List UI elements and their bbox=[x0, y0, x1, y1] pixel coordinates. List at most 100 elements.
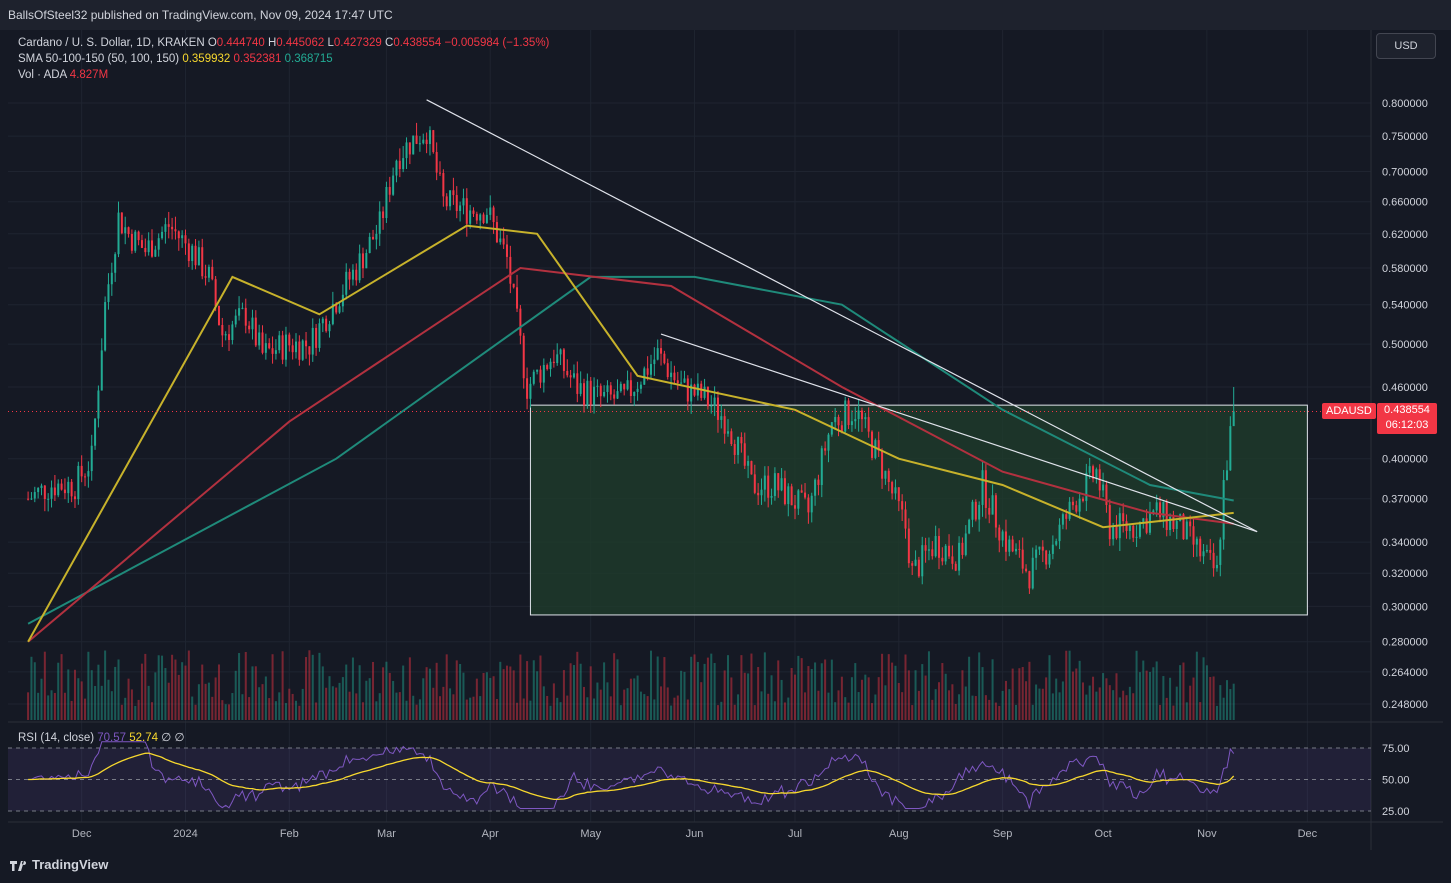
candle-body bbox=[355, 269, 358, 281]
candle-body bbox=[194, 245, 197, 266]
volume-bar bbox=[619, 705, 622, 720]
volume-bar bbox=[666, 687, 669, 720]
volume-bar bbox=[576, 651, 579, 720]
candle-body bbox=[613, 394, 616, 399]
candle-body bbox=[117, 212, 120, 255]
volume-bar bbox=[268, 698, 271, 720]
volume-bar bbox=[830, 659, 833, 720]
volume-bar bbox=[1058, 692, 1061, 720]
x-tick-label: Aug bbox=[889, 828, 909, 840]
candle-body bbox=[867, 417, 870, 432]
volume-bar bbox=[1008, 689, 1011, 720]
candle-body bbox=[572, 373, 575, 378]
volume-label[interactable]: Vol · ADA bbox=[18, 69, 67, 81]
candle-body bbox=[100, 350, 103, 391]
sma150-value: 0.368715 bbox=[284, 53, 333, 65]
volume-bar bbox=[971, 695, 974, 720]
volume-bar bbox=[904, 654, 907, 720]
y-tick-label: 0.280000 bbox=[1382, 637, 1428, 649]
volume-bar bbox=[204, 683, 207, 720]
volume-bar bbox=[1189, 685, 1192, 720]
candle-body bbox=[428, 130, 431, 145]
volume-bar bbox=[713, 663, 716, 720]
volume-bar bbox=[690, 656, 693, 720]
candle-body bbox=[783, 478, 786, 505]
tradingview-logo[interactable]: TradingView bbox=[10, 857, 108, 872]
candle-body bbox=[321, 318, 324, 324]
volume-bar bbox=[844, 697, 847, 720]
candle-body bbox=[559, 349, 562, 355]
volume-bar bbox=[773, 701, 776, 720]
price-chart[interactable]: Dec 2024 Feb Mar Apr May Jun Jul Aug Sep Oct Nov Dec… bbox=[0, 0, 1451, 883]
y-tick-label: 0.370000 bbox=[1382, 494, 1428, 506]
volume-bar bbox=[1018, 668, 1021, 720]
volume-bar bbox=[706, 657, 709, 720]
candle-body bbox=[301, 340, 304, 360]
volume-bar bbox=[375, 701, 378, 720]
volume-bar bbox=[737, 694, 740, 720]
volume-bar bbox=[469, 697, 472, 720]
volume-bar bbox=[311, 654, 314, 720]
candle-body bbox=[586, 380, 589, 406]
volume-bar bbox=[445, 654, 448, 720]
volume-bar bbox=[804, 692, 807, 720]
currency-button[interactable]: USD bbox=[1376, 33, 1436, 59]
volume-bar bbox=[281, 651, 284, 720]
candle-body bbox=[1081, 498, 1084, 501]
y-tick-label: 0.460000 bbox=[1382, 382, 1428, 394]
candle-body bbox=[70, 481, 73, 497]
candle-body bbox=[465, 198, 468, 224]
candle-body bbox=[365, 252, 368, 269]
volume-bar bbox=[214, 677, 217, 720]
volume-bar bbox=[790, 667, 793, 720]
volume-bar bbox=[1122, 690, 1125, 720]
volume-bar bbox=[104, 650, 107, 720]
volume-bar bbox=[482, 672, 485, 720]
candle-body bbox=[1112, 526, 1115, 540]
rsi-label[interactable]: RSI (14, close) bbox=[18, 732, 94, 744]
y-tick-label: 0.580000 bbox=[1382, 263, 1428, 275]
volume-bar bbox=[603, 662, 606, 720]
volume-bar bbox=[991, 659, 994, 720]
candle-body bbox=[971, 501, 974, 520]
volume-bar bbox=[596, 682, 599, 720]
candle-body bbox=[633, 391, 636, 397]
volume-bar bbox=[298, 705, 301, 720]
candle-body bbox=[241, 307, 244, 309]
candle-body bbox=[706, 386, 709, 407]
volume-bar bbox=[891, 662, 894, 720]
volume-bar bbox=[760, 691, 763, 720]
volume-bar bbox=[100, 685, 103, 720]
candle-body bbox=[1108, 505, 1111, 540]
volume-bar bbox=[70, 700, 73, 720]
volume-bar bbox=[194, 704, 197, 720]
volume-bar bbox=[984, 695, 987, 720]
chart-legend: Cardano / U. S. Dollar, 1D, KRAKEN O0.44… bbox=[18, 35, 549, 83]
volume-bar bbox=[757, 667, 760, 720]
candle-body bbox=[84, 476, 87, 478]
volume-bar bbox=[224, 704, 227, 720]
sma-label[interactable]: SMA 50-100-150 (50, 100, 150) bbox=[18, 53, 179, 65]
volume-bar bbox=[234, 670, 237, 720]
volume-bar bbox=[174, 659, 177, 720]
volume-bar bbox=[562, 670, 565, 720]
candle-body bbox=[395, 160, 398, 176]
y-tick-label: 0.340000 bbox=[1382, 537, 1428, 549]
volume-bar bbox=[1001, 690, 1004, 720]
candle-body bbox=[676, 380, 679, 384]
candle-body bbox=[114, 254, 117, 273]
volume-bar bbox=[284, 703, 287, 720]
volume-bar bbox=[1199, 702, 1202, 720]
candle-body bbox=[1038, 546, 1041, 550]
candle-body bbox=[606, 385, 609, 392]
candle-body bbox=[790, 486, 793, 506]
volume-bar bbox=[727, 655, 730, 720]
candle-body bbox=[345, 271, 348, 295]
volume-bar bbox=[733, 704, 736, 720]
candle-body bbox=[974, 501, 977, 520]
volume-bar bbox=[743, 672, 746, 720]
candle-body bbox=[305, 340, 308, 347]
candle-body bbox=[964, 533, 967, 555]
volume-bar bbox=[1004, 680, 1007, 720]
volume-bar bbox=[442, 686, 445, 720]
